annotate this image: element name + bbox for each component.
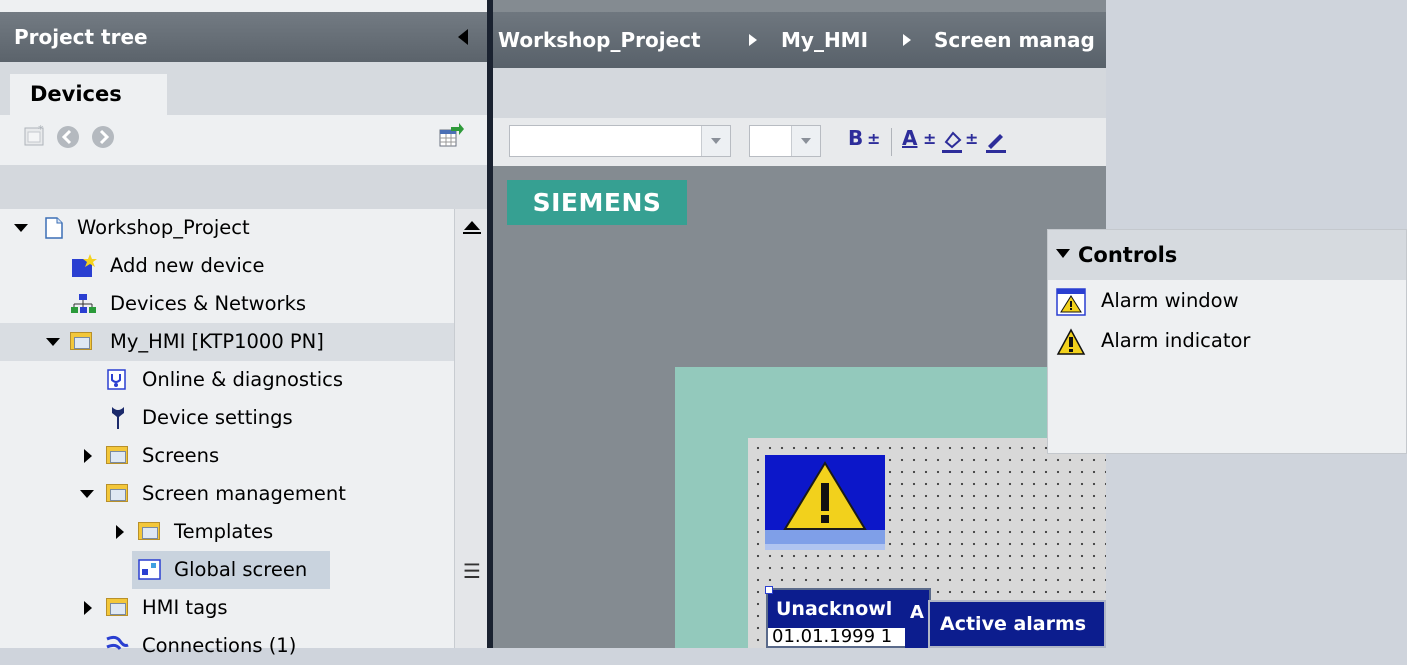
tree-item-label: Screen management [142,482,346,505]
tree-item-label: Global screen [174,558,308,581]
tree-item-label: Connections (1) [142,634,297,657]
control-item-alarm-indicator[interactable]: Alarm indicator [1048,322,1406,360]
font-color-dropdown-icon[interactable]: ± [923,129,936,148]
controls-panel: Controls Alarm window Alarm indicator [1047,229,1407,454]
bold-button[interactable]: B [848,126,863,150]
scroll-up-icon[interactable] [464,221,480,230]
alarm-indicator-icon [1056,328,1086,355]
project-icon [45,217,63,239]
indicator-stripe [765,530,885,544]
project-tree-band [0,165,487,209]
project-tree-header: Project tree [0,12,487,62]
expand-arrow-icon[interactable] [80,490,94,498]
project-tree-scrollbar[interactable]: ☰ [454,209,488,648]
control-item-alarm-window[interactable]: Alarm window [1048,282,1406,320]
alarm-window-icon [1056,288,1086,316]
tree-item-label: Devices & Networks [110,292,307,315]
editor-breadcrumb: Workshop_Project My_HMI Screen manag [493,12,1106,68]
editor-band [493,68,1106,118]
new-item-icon[interactable]: * [22,123,48,149]
controls-title: Controls [1078,243,1178,267]
expand-arrow-icon[interactable] [116,525,124,539]
network-icon [71,294,96,313]
chevron-down-icon[interactable] [701,126,730,156]
expand-arrow-icon[interactable] [84,449,92,463]
project-tree-tabbar: Devices [0,62,487,115]
tree-item-label: Device settings [142,406,293,429]
tree-item-label: Workshop_Project [77,216,250,239]
font-family-select[interactable] [509,125,731,157]
bold-dropdown-icon[interactable]: ± [867,129,880,148]
tree-item-label: HMI tags [142,596,228,619]
breadcrumb-item[interactable]: Workshop_Project [498,12,701,68]
chevron-down-icon[interactable] [791,126,820,156]
expand-arrow-icon[interactable] [84,601,92,615]
wrench-icon [112,407,124,429]
scroll-up-bar [463,232,481,234]
project-tree-list: Workshop_Project Add new device Devices … [0,209,487,657]
tree-item-label: My_HMI [KTP1000 PN] [110,330,324,353]
expand-arrow-icon[interactable] [14,224,28,232]
folder-icon [106,598,128,616]
folder-icon [106,446,128,464]
svg-text:*: * [38,123,44,136]
line-color-icon[interactable] [984,128,1008,154]
tree-item-label: Templates [174,520,274,543]
tree-item-label: Online & diagnostics [142,368,344,391]
siemens-logo: SIEMENS [507,180,687,225]
tree-item-devices-networks[interactable]: Devices & Networks [0,285,454,323]
alarm-indicator-object[interactable] [765,455,885,550]
tree-item-my-hmi[interactable]: My_HMI [KTP1000 PN] [0,323,454,361]
control-item-label: Alarm window [1101,289,1239,312]
tree-item-workshop-project[interactable]: Workshop_Project [0,209,454,247]
warning-icon [783,461,867,530]
export-table-icon[interactable] [437,121,465,149]
format-toolbar: B ± A ± ± [493,118,1106,166]
fill-color-icon[interactable] [940,128,964,154]
font-color-button[interactable]: A [902,126,917,150]
breadcrumb-separator-icon [903,34,911,46]
tree-item-device-settings[interactable]: Device settings [0,399,454,437]
tab-devices[interactable]: Devices [10,74,167,115]
tree-item-label: Screens [142,444,220,467]
alarm-window-row: 01.01.1999 1 [772,626,893,647]
folder-icon [138,522,160,540]
indicator-stripe [765,544,885,550]
alarm-window-active[interactable]: Active alarms [928,600,1106,648]
expand-arrow-icon[interactable] [46,338,60,346]
tree-item-add-new-device[interactable]: Add new device [0,247,454,285]
control-item-label: Alarm indicator [1101,329,1251,352]
collapse-arrow-icon[interactable] [1056,249,1070,258]
controls-header[interactable]: Controls [1048,230,1406,280]
selection-handle[interactable] [765,586,773,594]
tree-item-templates[interactable]: Templates [0,513,454,551]
tree-item-connections[interactable]: Connections (1) [0,627,454,665]
toolbar-separator [891,128,892,156]
back-icon[interactable] [55,124,81,150]
screen-icon [138,559,161,580]
font-size-select[interactable] [749,125,821,157]
project-tree-title: Project tree [14,25,148,49]
folder-icon [106,484,128,502]
connections-icon [106,635,129,650]
tree-item-label: Add new device [110,254,265,277]
tree-item-screen-management[interactable]: Screen management [0,475,454,513]
fill-color-dropdown-icon[interactable]: ± [965,129,978,148]
alarm-window-partial[interactable]: A [905,598,929,648]
tree-item-online-diagnostics[interactable]: Online & diagnostics [0,361,454,399]
scroll-grip-icon[interactable]: ☰ [463,559,481,583]
add-device-icon [72,254,97,277]
breadcrumb-item[interactable]: My_HMI [781,12,868,68]
diagnostics-icon [107,369,126,390]
tree-item-global-screen[interactable]: Global screen [132,551,330,589]
forward-icon[interactable] [90,124,116,150]
collapse-panel-icon[interactable] [458,29,468,45]
tree-item-screens[interactable]: Screens [0,437,454,475]
project-tree-toolbar: * [0,115,487,165]
tree-item-hmi-tags[interactable]: HMI tags [0,589,454,627]
alarm-window-header: Active alarms [940,613,1087,635]
breadcrumb-item[interactable]: Screen manag [934,12,1095,68]
folder-icon [70,332,92,350]
breadcrumb-separator-icon [749,34,757,46]
